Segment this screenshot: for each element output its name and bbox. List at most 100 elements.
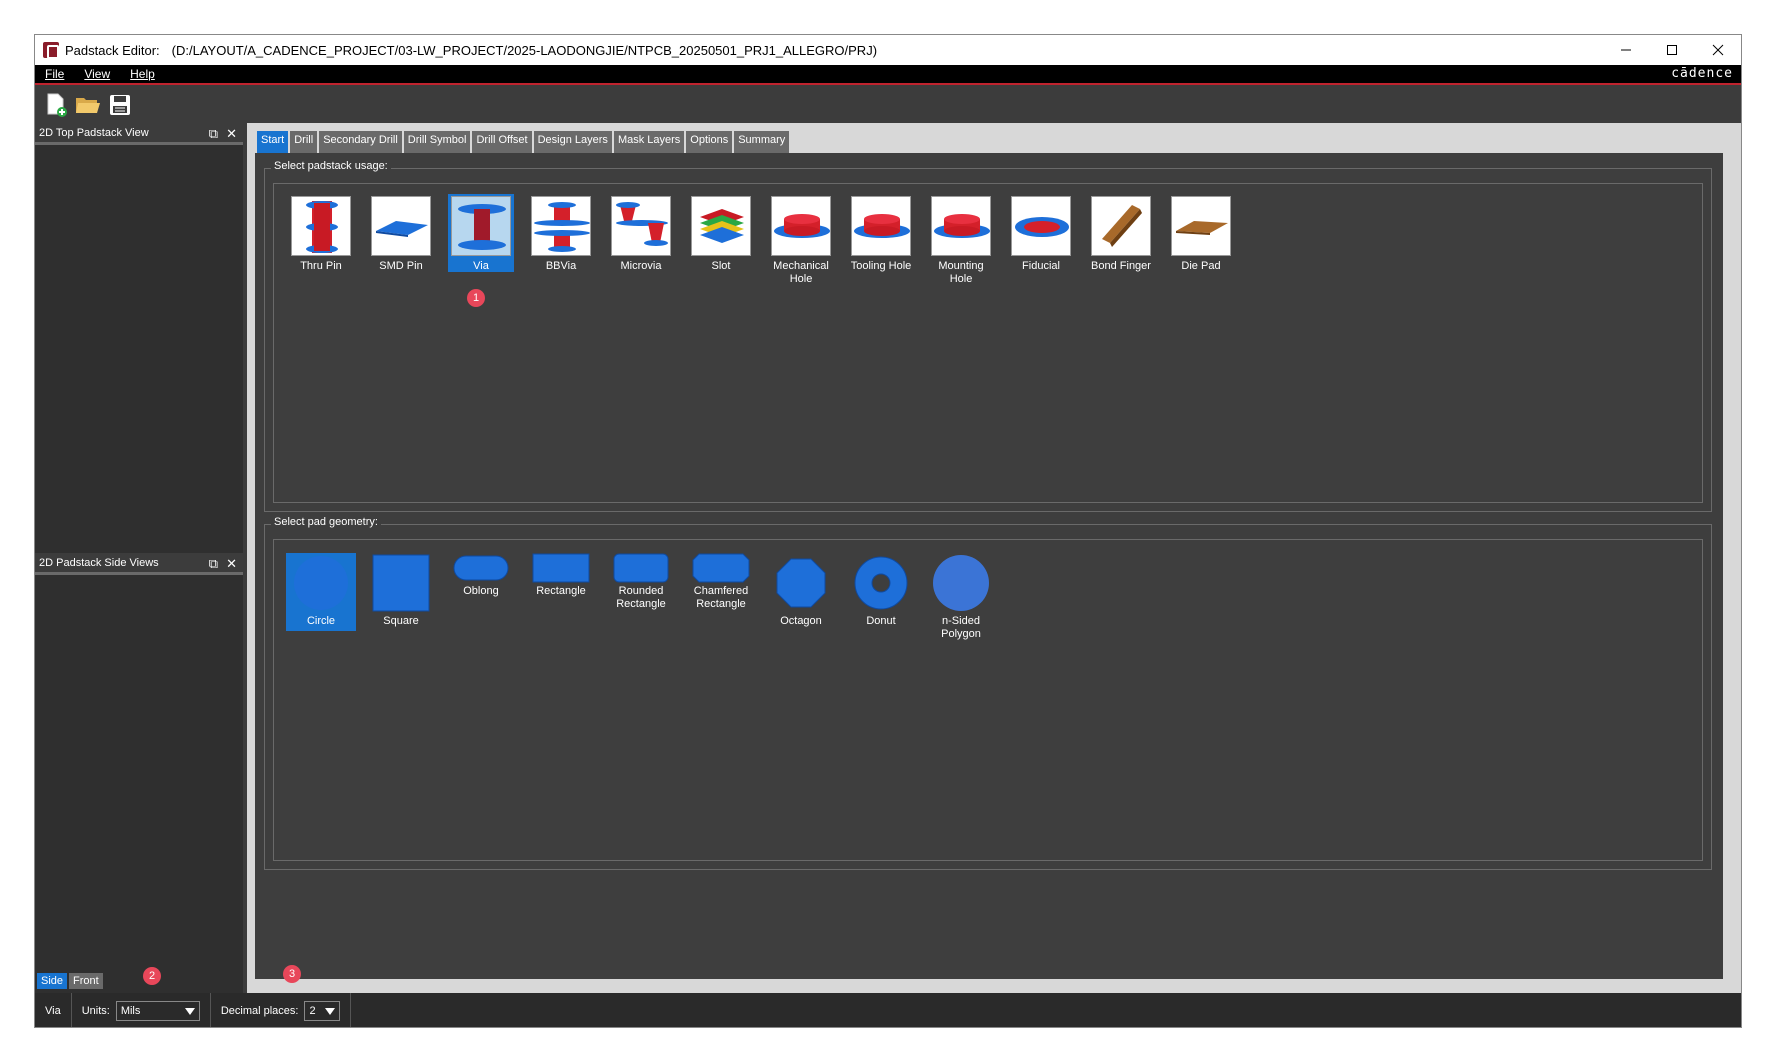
tab-drill-symbol[interactable]: Drill Symbol <box>403 131 471 153</box>
geometry-octagon[interactable]: Octagon <box>766 553 836 628</box>
new-icon <box>47 93 67 117</box>
geometry-label: Oblong <box>463 585 499 597</box>
usage-microvia[interactable]: Microvia <box>608 196 674 273</box>
minimize-button[interactable] <box>1603 35 1649 65</box>
usage-tooling-hole[interactable]: Tooling Hole <box>848 196 914 273</box>
pad-geometry-group: Select pad geometry: Circle Square Oblon… <box>264 516 1712 870</box>
status-bar: Via Units: Mils Decimal places: 2 <box>35 993 1741 1027</box>
save-button[interactable] <box>105 90 135 120</box>
tab-secondary-drill[interactable]: Secondary Drill <box>319 131 402 153</box>
units-label: Units: <box>81 1005 110 1017</box>
float-icon[interactable]: ⧉ <box>209 556 218 572</box>
thru-pin-icon <box>291 196 351 256</box>
top-view-header: 2D Top Padstack View ⧉ ✕ <box>35 123 243 145</box>
usage-slot[interactable]: Slot <box>688 196 754 273</box>
tooling-hole-icon <box>851 196 911 256</box>
decimal-value: 2 <box>309 1005 316 1017</box>
minimize-icon <box>1621 49 1631 51</box>
window-controls <box>1603 35 1741 65</box>
usage-via[interactable]: Via <box>448 194 514 272</box>
donut-icon <box>854 556 908 610</box>
close-icon[interactable]: ✕ <box>226 556 237 572</box>
tab-drill[interactable]: Drill <box>290 131 318 153</box>
slot-icon <box>691 196 751 256</box>
geometry-donut[interactable]: Donut <box>846 553 916 628</box>
close-icon[interactable]: ✕ <box>226 126 237 142</box>
menu-file[interactable]: File <box>35 67 74 81</box>
tab-start[interactable]: Start <box>257 131 289 153</box>
open-folder-icon <box>76 98 100 113</box>
geometry-circle[interactable]: Circle <box>286 553 356 631</box>
geometry-group-inner: Circle Square Oblong Rectangle Rounded R… <box>273 539 1703 861</box>
usage-bond-finger[interactable]: Bond Finger <box>1088 196 1154 273</box>
geometry-square[interactable]: Square <box>366 553 436 628</box>
menu-help[interactable]: Help <box>120 67 165 81</box>
usage-bbvia[interactable]: BBVia <box>528 196 594 273</box>
geometry-label: Circle <box>306 615 336 627</box>
toolbar <box>35 87 1741 123</box>
chamfered-rectangle-icon <box>692 553 750 583</box>
window-title: Padstack Editor: <box>65 42 160 58</box>
cadence-logo: cādence <box>1671 66 1733 81</box>
usage-label: Die Pad <box>1181 260 1221 272</box>
geometry-rectangle[interactable]: Rectangle <box>526 553 596 598</box>
mechanical-hole-icon <box>771 196 831 256</box>
square-icon <box>372 554 430 612</box>
geometry-chamfered-rectangle[interactable]: Chamfered Rectangle <box>686 553 756 611</box>
usage-fiducial[interactable]: Fiducial <box>1008 196 1074 273</box>
mounting-hole-icon <box>931 196 991 256</box>
decimal-select[interactable]: 2 <box>304 1001 341 1021</box>
usage-mechanical-hole[interactable]: Mechanical Hole <box>768 196 834 286</box>
side-view-title: 2D Padstack Side Views <box>39 556 159 569</box>
geometry-group-title: Select pad geometry: <box>271 516 381 528</box>
maximize-icon <box>1667 45 1677 55</box>
usage-die-pad[interactable]: Die Pad <box>1168 196 1234 273</box>
tab-drill-offset[interactable]: Drill Offset <box>472 131 532 153</box>
maximize-button[interactable] <box>1649 35 1695 65</box>
open-button[interactable] <box>73 90 103 120</box>
decimal-section: Decimal places: 2 <box>211 993 352 1027</box>
tab-side[interactable]: Side <box>37 973 68 989</box>
float-icon[interactable]: ⧉ <box>209 126 218 142</box>
units-section: Units: Mils <box>72 993 211 1027</box>
status-usage: Via <box>35 993 72 1027</box>
start-tab-content: Select padstack usage: Thru Pin SMD Pin <box>255 153 1723 979</box>
tab-options[interactable]: Options <box>686 131 733 153</box>
geometry-rounded-rectangle[interactable]: Rounded Rectangle <box>606 553 676 611</box>
geometry-label: Donut <box>866 615 896 627</box>
microvia-icon <box>611 196 671 256</box>
menu-view[interactable]: View <box>74 67 120 81</box>
usage-label: Thru Pin <box>300 260 342 272</box>
annotation-badge: 3 <box>283 965 301 983</box>
tab-design-layers[interactable]: Design Layers <box>533 131 612 153</box>
close-button[interactable] <box>1695 35 1741 65</box>
usage-label: Slot <box>711 260 731 272</box>
tab-mask-layers[interactable]: Mask Layers <box>613 131 685 153</box>
usage-label: Bond Finger <box>1091 260 1151 272</box>
usage-mounting-hole[interactable]: Mounting Hole <box>928 196 994 286</box>
chevron-down-icon <box>184 1008 195 1015</box>
units-value: Mils <box>120 1005 141 1017</box>
usage-thru-pin[interactable]: Thru Pin <box>288 196 354 273</box>
oblong-icon <box>453 555 509 581</box>
usage-smd-pin[interactable]: SMD Pin <box>368 196 434 273</box>
geometry-oblong[interactable]: Oblong <box>446 553 516 598</box>
new-button[interactable] <box>41 90 71 120</box>
geometry-label: Chamfered Rectangle <box>693 585 749 610</box>
usage-label: Via <box>473 260 489 272</box>
geometry-label: n-Sided Polygon <box>941 615 981 640</box>
via-icon <box>451 196 511 256</box>
side-view-header: 2D Padstack Side Views ⧉ ✕ <box>35 553 243 575</box>
units-select[interactable]: Mils <box>115 1001 200 1021</box>
menu-bar: File View Help cādence <box>35 65 1741 85</box>
tab-front[interactable]: Front <box>69 973 103 989</box>
bond-finger-icon <box>1091 196 1151 256</box>
fiducial-icon <box>1011 196 1071 256</box>
title-bar: Padstack Editor: (D:/LAYOUT/A_CADENCE_PR… <box>35 35 1741 65</box>
annotation-badge: 1 <box>467 289 485 307</box>
tab-summary[interactable]: Summary <box>734 131 790 153</box>
side-view-tabs: Side Front <box>35 969 243 993</box>
decimal-label: Decimal places: <box>220 1005 299 1017</box>
geometry-n-sided-polygon[interactable]: n-Sided Polygon <box>926 553 996 641</box>
top-view-title: 2D Top Padstack View <box>39 126 149 139</box>
